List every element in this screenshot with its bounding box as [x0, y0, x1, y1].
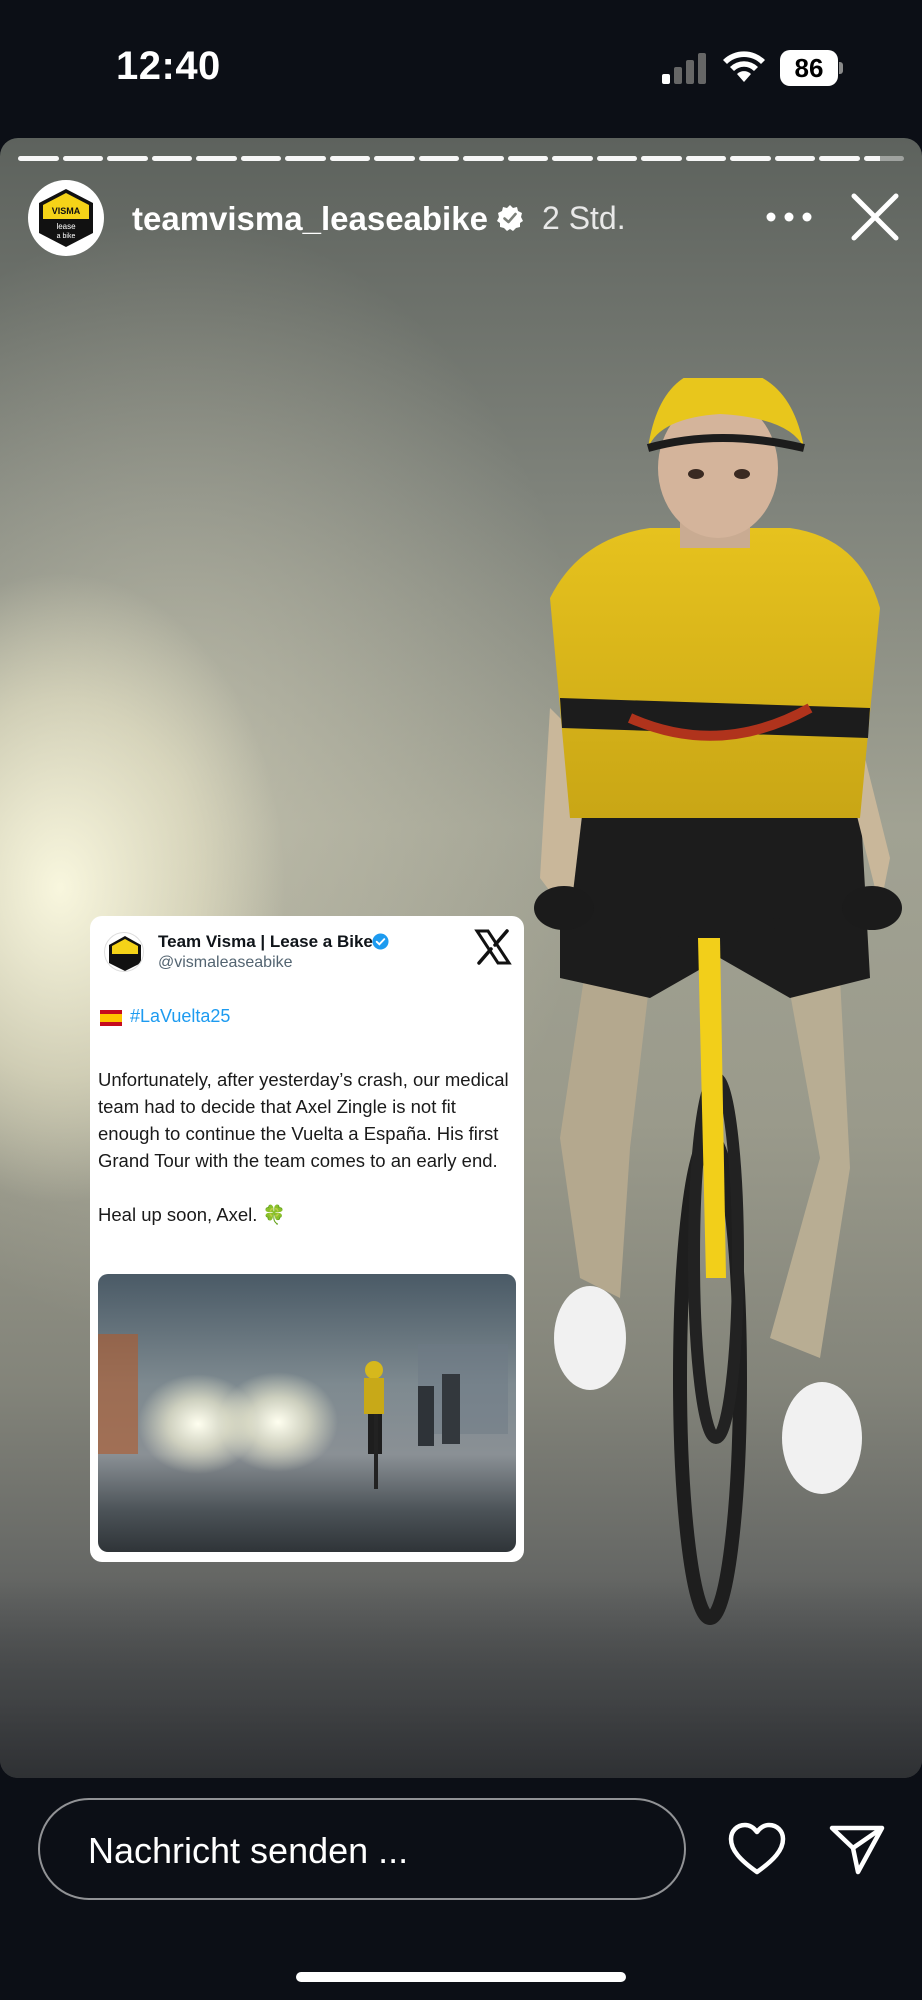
- verified-badge-icon: [497, 205, 523, 231]
- story-progress-segment: [329, 156, 370, 161]
- send-icon[interactable]: [828, 1822, 886, 1876]
- story-progress-segment: [507, 156, 548, 161]
- message-placeholder: Nachricht senden ...: [88, 1830, 409, 1871]
- story-progress-segment: [196, 156, 237, 161]
- story-progress-segment: [730, 156, 771, 161]
- account-name[interactable]: teamvisma_leaseabike: [132, 200, 488, 238]
- story-time: 2 Std.: [542, 200, 626, 236]
- embedded-tweet-card[interactable]: Team Visma | Lease a Bike @vismaleaseabi…: [90, 916, 524, 1562]
- story-progress-segment: [151, 156, 192, 161]
- battery-icon: 86: [780, 50, 843, 86]
- tweet-hashtag[interactable]: #LaVuelta25: [130, 1006, 230, 1027]
- tweet-handle: @vismaleaseabike: [158, 954, 293, 971]
- story-progress-segment: [418, 156, 459, 161]
- tweet-verified-icon: [372, 933, 389, 950]
- x-logo-icon: [474, 929, 512, 965]
- story-progress-segment: [463, 156, 504, 161]
- story-progress-segment: [107, 156, 148, 161]
- status-bar: 12:40 86: [0, 0, 922, 138]
- story-progress: [18, 156, 904, 162]
- battery-level: 86: [780, 50, 838, 86]
- story-progress-segment: [62, 156, 103, 161]
- tweet-display-name: Team Visma | Lease a Bike: [158, 932, 373, 951]
- cyclist-photo: [534, 378, 902, 1625]
- tweet-text: Unfortunately, after yesterday’s crash, …: [98, 1066, 518, 1228]
- story-progress-segment: [819, 156, 860, 161]
- story-progress-segment: [374, 156, 415, 161]
- svg-text:VISMA: VISMA: [52, 206, 81, 216]
- story-viewer[interactable]: VISMA lease a bike teamvisma_leaseabike …: [0, 138, 922, 1778]
- more-options-icon[interactable]: [760, 200, 818, 234]
- story-progress-segment: [863, 156, 904, 161]
- tweet-avatar: [104, 932, 144, 972]
- heart-icon[interactable]: [728, 1822, 786, 1876]
- battery-cap: [839, 62, 843, 74]
- svg-text:a bike: a bike: [57, 233, 76, 240]
- status-time: 12:40: [116, 44, 221, 88]
- tweet-body-text: Unfortunately, after yesterday’s crash, …: [98, 1069, 509, 1225]
- story-reply-bar: Nachricht senden ...: [0, 1778, 922, 2000]
- story-progress-segment: [285, 156, 326, 161]
- team-logo-icon: [109, 936, 141, 971]
- tweet-photo[interactable]: [98, 1274, 516, 1552]
- story-progress-segment: [596, 156, 637, 161]
- story-progress-segment: [18, 156, 59, 161]
- story-progress-segment: [641, 156, 682, 161]
- clover-icon: 🍀: [262, 1204, 286, 1225]
- story-progress-segment: [774, 156, 815, 161]
- team-logo-icon: VISMA lease a bike: [39, 189, 93, 247]
- story-progress-segment: [685, 156, 726, 161]
- story-header: VISMA lease a bike teamvisma_leaseabike …: [28, 180, 908, 256]
- story-progress-segment: [552, 156, 593, 161]
- story-progress-segment: [240, 156, 281, 161]
- message-input[interactable]: Nachricht senden ...: [38, 1798, 686, 1900]
- close-icon[interactable]: [848, 190, 902, 244]
- svg-text:lease: lease: [56, 222, 76, 231]
- wifi-icon: [723, 51, 765, 82]
- signal-icon: [662, 53, 706, 84]
- account-avatar[interactable]: VISMA lease a bike: [28, 180, 104, 256]
- spain-flag-icon: [100, 1010, 122, 1026]
- home-indicator[interactable]: [296, 1972, 626, 1982]
- tweet-photo-scene: [98, 1334, 508, 1489]
